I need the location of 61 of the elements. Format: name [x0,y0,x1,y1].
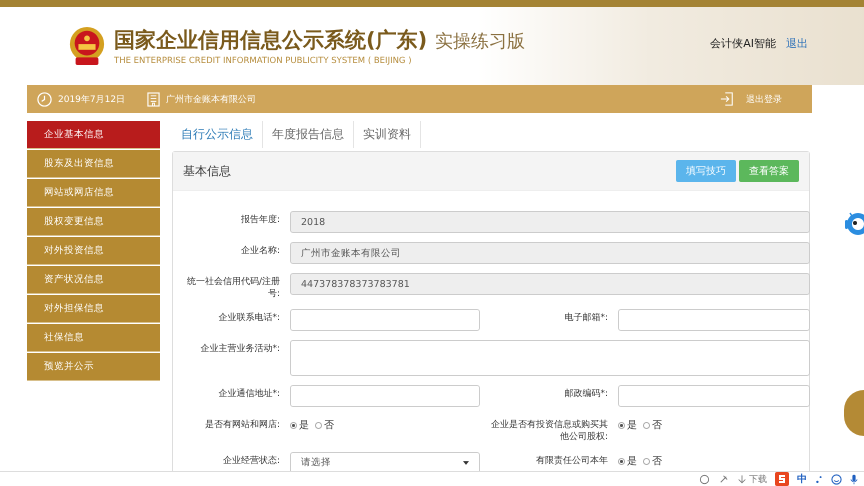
field-label: 企业主营业务活动*: [199,342,280,356]
input-field[interactable] [618,309,810,331]
sidebar-item[interactable]: 对外投资信息 [27,237,160,265]
tab[interactable]: 年度报告信息 [263,121,354,148]
date-text: 2019年7月12日 [58,94,126,106]
field-label: 企业通信地址*: [217,388,280,401]
field-label: 企业联系电话*: [217,312,280,325]
sidebar-item[interactable]: 股权变更信息 [27,208,160,236]
download-label[interactable]: 下载 [749,472,767,486]
ime-mode[interactable]: 中 [797,472,807,486]
pin-icon[interactable] [718,474,729,484]
radio-option[interactable]: 否 [643,454,662,468]
input-field[interactable]: 447378378373783781 [290,273,810,295]
field-label: 统一社会信用代码/注册号: [186,276,280,300]
floating-circle-button[interactable] [844,390,864,436]
input-field[interactable]: 广州市金账本有限公司 [290,242,810,264]
sidebar-item[interactable]: 资产状况信息 [27,266,160,294]
tab[interactable]: 实训资料 [354,121,421,148]
sidebar-item[interactable]: 社保信息 [27,324,160,352]
field-label: 有限责任公司本年 [535,454,608,468]
site-subtitle: THE ENTERPRISE CREDIT INFORMATION PUBLICITY SYSTEM ( BEIJING ) [114,56,413,66]
building-icon [147,92,160,106]
sidebar-item[interactable]: 企业基本信息 [27,121,160,149]
input-field[interactable]: 2018 [290,211,810,233]
company-name: 广州市金账本有限公司 [166,94,256,106]
input-field[interactable] [290,385,480,407]
edition-label: 实操练习版 [435,30,526,53]
sidebar-item[interactable]: 预览并公示 [27,353,160,381]
input-field[interactable] [290,309,480,331]
radio-option[interactable]: 是 [618,454,637,468]
smiley-icon[interactable] [831,474,842,484]
sidebar-item[interactable]: 网站或网店信息 [27,179,160,207]
field-label: 是否有网站和网店: [204,418,280,432]
field-label: 报告年度: [240,214,280,227]
clock-icon [37,92,52,106]
user-name: 会计侠AI智能 [710,36,776,50]
radio-option[interactable]: 是 [618,418,637,432]
download-icon[interactable] [737,474,747,484]
ime-logo-icon[interactable] [775,472,789,486]
radio-option[interactable]: 是 [290,418,309,432]
caret-icon [463,461,469,465]
emblem-icon [68,25,106,67]
tab[interactable]: 自行公示信息 [172,121,263,148]
site-title: 国家企业信用信息公示系统(广东) [114,27,428,54]
field-label: 企业是否有投资信息或购买其他公司股权: [490,418,608,443]
microphone-icon[interactable] [850,474,858,484]
select-dropdown[interactable]: 请选择 [290,452,480,473]
sidebar-item[interactable]: 股东及出资信息 [27,150,160,178]
punctuation-icon[interactable] [815,474,823,484]
sidebar-item[interactable]: 对外担保信息 [27,295,160,323]
input-field[interactable] [618,385,810,407]
field-label: 企业经营状态: [222,454,280,468]
card-title: 基本信息 [183,162,231,180]
field-label: 电子邮箱*: [563,312,608,325]
field-label: 邮政编码*: [563,388,608,401]
radio-option[interactable]: 否 [643,418,662,432]
logout-link[interactable]: 退出 [786,36,808,50]
field-label: 企业名称: [240,244,280,258]
radio-option[interactable]: 否 [315,418,334,432]
refresh-icon[interactable] [699,474,710,484]
logout-icon[interactable] [720,92,734,106]
